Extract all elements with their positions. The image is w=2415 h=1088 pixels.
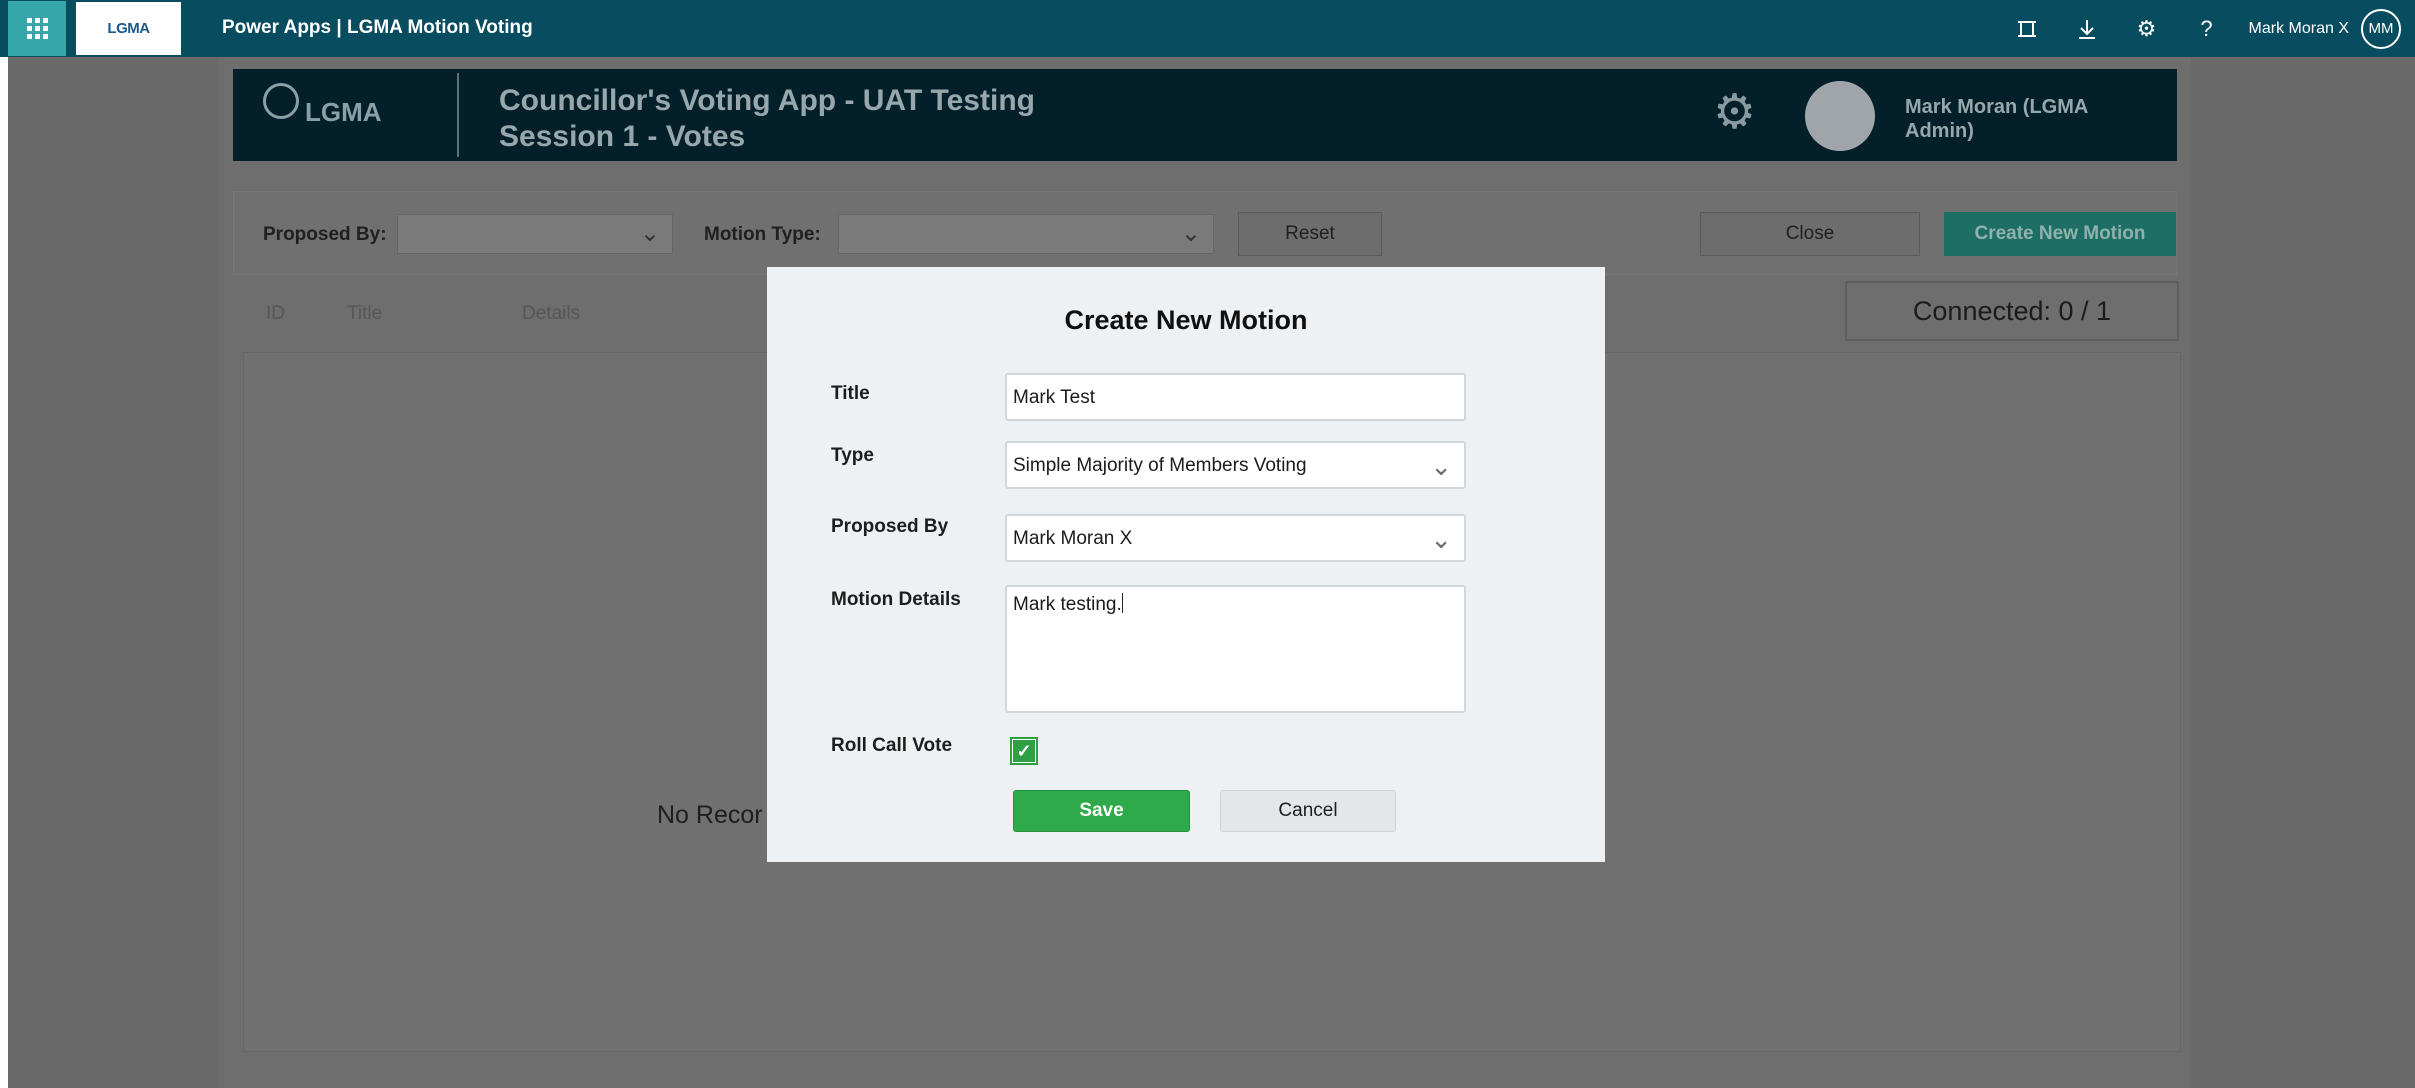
chevron-down-icon: ⌄: [1180, 220, 1201, 247]
waffle-icon: [26, 18, 48, 39]
org-logo: LGMA: [76, 2, 181, 55]
type-field-label: Type: [831, 445, 874, 466]
settings-gear-icon[interactable]: ⚙: [1713, 89, 1756, 137]
reset-button[interactable]: Reset: [1238, 212, 1382, 256]
chevron-down-icon: ⌄: [1430, 524, 1452, 554]
topbar-actions: ⚙ ? Mark Moran X MM: [1997, 0, 2415, 57]
motion-type-filter-label: Motion Type:: [704, 224, 821, 245]
create-new-motion-button[interactable]: Create New Motion: [1944, 212, 2176, 256]
proposed-by-field-label: Proposed By: [831, 516, 949, 537]
lgma-logo-icon: [263, 83, 299, 119]
proposed-by-dropdown-value: Mark Moran X: [1013, 528, 1133, 549]
user-avatar-image: [1805, 81, 1875, 151]
chevron-down-icon: ⌄: [1430, 451, 1452, 481]
save-button[interactable]: Save: [1013, 790, 1190, 832]
type-dropdown-value: Simple Majority of Members Voting: [1013, 455, 1307, 476]
title-input-value: Mark Test: [1013, 387, 1096, 408]
proposed-by-filter-label: Proposed By:: [263, 224, 387, 245]
lgma-logo-text: LGMA: [305, 97, 382, 127]
proposed-by-dropdown[interactable]: Mark Moran X ⌄: [1005, 514, 1466, 562]
column-header-title: Title: [347, 303, 383, 324]
app-header: LGMA Councillor's Voting App - UAT Testi…: [233, 69, 2177, 161]
power-apps-topbar: LGMA Power Apps | LGMA Motion Voting ⚙ ?…: [0, 0, 2415, 57]
download-icon[interactable]: [2057, 0, 2117, 57]
help-icon[interactable]: ?: [2177, 0, 2237, 57]
settings-gear-icon[interactable]: ⚙: [2117, 0, 2177, 57]
avatar[interactable]: MM: [2361, 8, 2401, 49]
type-dropdown[interactable]: Simple Majority of Members Voting ⌄: [1005, 441, 1466, 489]
create-motion-dialog: Create New Motion Title Mark Test Type S…: [767, 267, 1605, 862]
lgma-logo: LGMA: [263, 79, 383, 151]
left-gutter: [0, 57, 8, 1088]
title-input[interactable]: Mark Test: [1005, 373, 1466, 421]
column-header-details: Details: [522, 303, 581, 324]
header-divider: [457, 73, 459, 157]
user-name: Mark Moran X: [2248, 19, 2349, 37]
app-title: Power Apps | LGMA Motion Voting: [222, 17, 533, 38]
app-launcher-button[interactable]: [8, 1, 66, 56]
header-user-name: Mark Moran (LGMA Admin): [1905, 95, 2125, 143]
filter-bar: Proposed By: ⌄ Motion Type: ⌄ Reset Clos…: [233, 191, 2177, 275]
page-title-line1: Councillor's Voting App - UAT Testing: [499, 84, 1035, 117]
page-title-line2: Session 1 - Votes: [499, 120, 746, 153]
motion-details-textarea[interactable]: Mark testing.: [1005, 585, 1466, 713]
motion-details-field-label: Motion Details: [831, 589, 961, 610]
checkmark-icon: ✓: [1013, 740, 1035, 762]
motion-details-value: Mark testing.: [1013, 594, 1122, 615]
title-field-label: Title: [831, 383, 870, 404]
fit-to-screen-icon[interactable]: [1997, 0, 2057, 57]
close-button[interactable]: Close: [1700, 212, 1920, 256]
chevron-down-icon: ⌄: [639, 220, 660, 247]
dialog-title: Create New Motion: [1064, 305, 1308, 335]
connected-status: Connected: 0 / 1: [1845, 281, 2179, 341]
motion-type-filter-dropdown[interactable]: ⌄: [838, 214, 1214, 254]
header-user-line1: Mark Moran (LGMA: [1905, 96, 2089, 118]
page-title: Councillor's Voting App - UAT Testing Se…: [499, 83, 1035, 155]
text-caret: [1121, 593, 1123, 613]
proposed-by-filter-dropdown[interactable]: ⌄: [397, 214, 673, 254]
roll-call-vote-label: Roll Call Vote: [831, 735, 953, 756]
roll-call-vote-checkbox[interactable]: ✓: [1010, 737, 1038, 765]
cancel-button[interactable]: Cancel: [1220, 790, 1396, 832]
column-header-id: ID: [266, 303, 285, 324]
header-user-line2: Admin): [1905, 120, 1974, 142]
empty-table-message: No Recor: [657, 801, 763, 829]
